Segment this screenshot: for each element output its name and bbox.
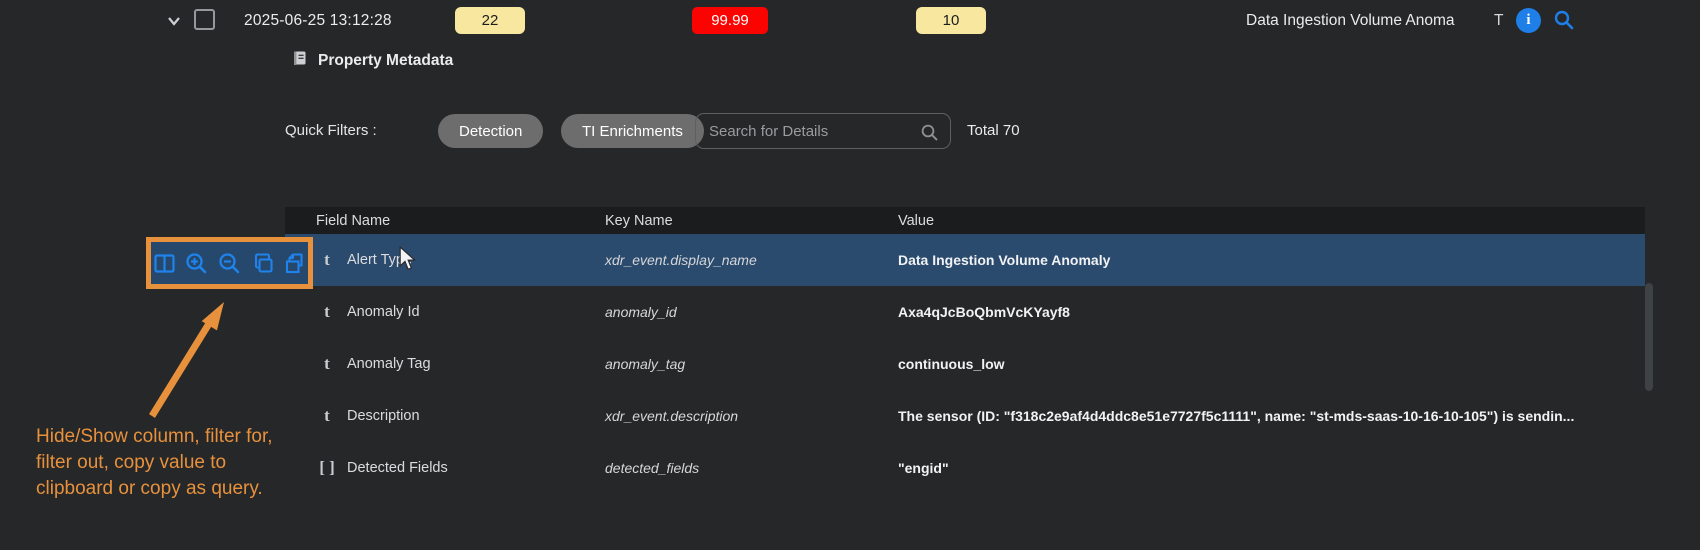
property-metadata-table: Field Name Key Name Value tAlert Type xd… — [285, 207, 1645, 494]
table-row[interactable]: t Anomaly Id anomaly_id Axa4qJcBoQbmVcKYa… — [285, 286, 1645, 338]
field-value: The sensor (ID: "f318c2e9af4d4ddc8e51e77… — [898, 408, 1645, 424]
field-name: Detected Fields — [347, 460, 448, 476]
alert-count-badge: 22 — [455, 7, 525, 34]
field-name: Anomaly Tag — [347, 356, 431, 372]
table-row[interactable]: t Anomaly Tag anomaly_tag continuous_low — [285, 338, 1645, 390]
book-icon — [290, 49, 309, 73]
key-name: anomaly_tag — [605, 356, 898, 372]
annotation-text: Hide/Show column, filter for, filter out… — [36, 424, 288, 502]
alert-checkbox[interactable] — [194, 9, 215, 30]
alert-severity-badge: 10 — [916, 7, 986, 34]
table-header: Field Name Key Name Value — [285, 207, 1645, 234]
hide-show-column-icon[interactable] — [151, 250, 178, 277]
key-name: anomaly_id — [605, 304, 898, 320]
text-type-icon: t — [318, 406, 336, 426]
details-search-box[interactable] — [695, 113, 951, 149]
table-row[interactable]: t Description xdr_event.description The s… — [285, 390, 1645, 442]
field-value: Axa4qJcBoQbmVcKYayf8 — [898, 304, 1645, 320]
key-name: detected_fields — [605, 460, 898, 476]
text-type-icon: t — [318, 354, 336, 374]
key-name: xdr_event.display_name — [605, 252, 898, 268]
filter-pill-detection[interactable]: Detection — [438, 114, 543, 148]
text-type-icon: t — [318, 302, 336, 322]
filter-out-zoom-out-icon[interactable] — [216, 250, 243, 277]
field-value: "engid" — [898, 460, 1645, 476]
table-row[interactable]: tAlert Type xdr_event.display_name Data … — [285, 234, 1645, 286]
alert-name-text: Data Ingestion Volume Anoma — [1246, 12, 1495, 30]
copy-to-clipboard-icon[interactable] — [249, 250, 276, 277]
field-name: Description — [347, 408, 420, 424]
truncated-column-text: T — [1494, 12, 1503, 30]
alert-timestamp: 2025-06-25 13:12:28 — [244, 12, 392, 30]
panel-title-text: Property Metadata — [318, 52, 453, 70]
mouse-cursor — [396, 246, 418, 272]
field-value: continuous_low — [898, 356, 1645, 372]
row-actions-toolbox — [146, 237, 313, 289]
quick-filters-label: Quick Filters : — [285, 122, 377, 139]
total-count: Total 70 — [967, 122, 1020, 139]
field-name: Anomaly Id — [347, 304, 420, 320]
array-type-icon: [ ] — [318, 458, 336, 478]
copy-as-query-icon[interactable] — [281, 250, 308, 277]
filter-for-zoom-in-icon[interactable] — [184, 250, 211, 277]
filter-pill-ti-enrichments[interactable]: TI Enrichments — [561, 114, 704, 148]
annotation-arrow — [128, 294, 248, 426]
search-input-icon — [919, 122, 940, 143]
key-name: xdr_event.description — [605, 408, 898, 424]
vertical-scrollbar-thumb[interactable] — [1645, 283, 1653, 391]
table-row[interactable]: [ ] Detected Fields detected_fields "engi… — [285, 442, 1645, 494]
panel-title: Property Metadata — [290, 49, 453, 73]
col-header-key-name: Key Name — [605, 213, 898, 229]
alert-score-badge: 99.99 — [692, 7, 768, 34]
field-value: Data Ingestion Volume Anomaly — [898, 252, 1645, 268]
col-header-value: Value — [898, 213, 1645, 229]
info-icon[interactable]: i — [1516, 8, 1541, 33]
details-search-input[interactable] — [696, 114, 950, 148]
chevron-down-icon[interactable] — [164, 11, 184, 36]
col-header-field-name: Field Name — [285, 213, 605, 229]
text-type-icon: t — [318, 250, 336, 270]
search-icon[interactable] — [1552, 8, 1576, 37]
